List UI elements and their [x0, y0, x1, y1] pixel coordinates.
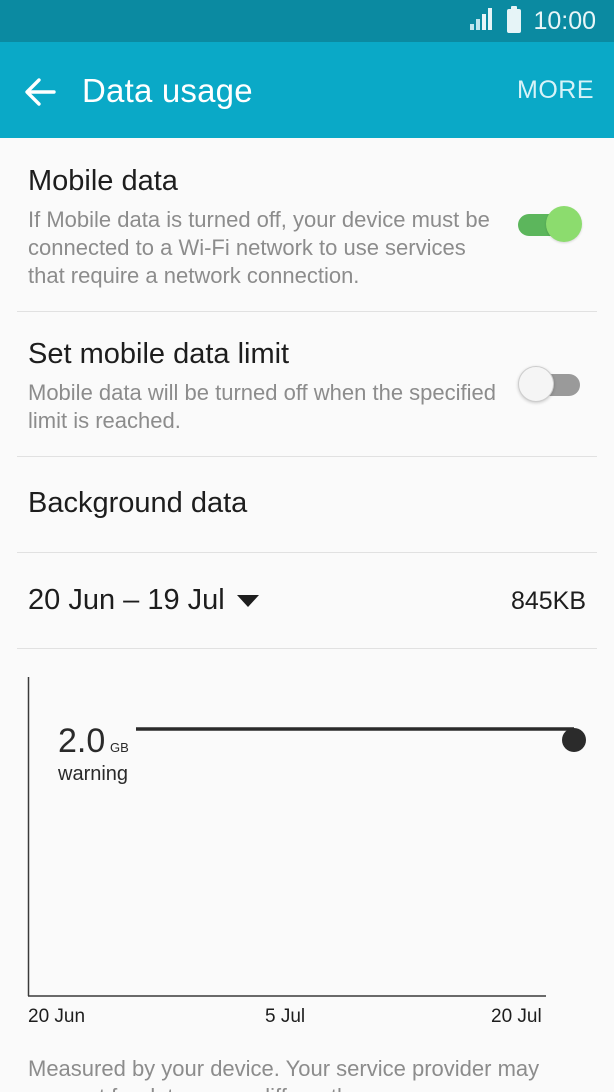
x-tick-label: 20 Jun [28, 1006, 86, 1027]
arrow-left-icon [20, 78, 60, 116]
mobile-data-row[interactable]: Mobile data If Mobile data is turned off… [0, 138, 614, 311]
x-tick-label: 20 Jul [491, 1006, 542, 1027]
back-button[interactable] [20, 72, 60, 112]
usage-total: 845KB [510, 587, 586, 615]
app-bar: Data usage MORE [0, 42, 614, 138]
data-limit-row[interactable]: Set mobile data limit Mobile data will b… [0, 312, 614, 456]
dropdown-triangle-icon [236, 594, 259, 607]
mobile-data-title: Mobile data [28, 165, 178, 197]
cycle-dropdown[interactable]: 20 Jun – 19 Jul [28, 584, 259, 617]
footnote: Measured by your device. Your service pr… [28, 1056, 540, 1092]
cycle-range: 20 Jun – 19 Jul [28, 584, 225, 616]
divider [17, 552, 597, 553]
mobile-data-description: If Mobile data is turned off, your devic… [28, 207, 490, 288]
warning-value: 2.0 [58, 722, 106, 760]
signal-icon [469, 7, 495, 36]
warning-handle[interactable] [562, 728, 586, 752]
warning-label: warning [58, 763, 129, 785]
toggle-thumb [518, 366, 554, 402]
battery-icon [507, 6, 522, 33]
status-time: 10:00 [533, 6, 596, 35]
mobile-data-toggle[interactable] [516, 204, 582, 244]
warning-unit: GB [110, 740, 129, 755]
background-data-row[interactable]: Background data [0, 457, 614, 552]
data-limit-title: Set mobile data limit [28, 338, 290, 370]
data-limit-toggle[interactable] [518, 364, 582, 404]
toggle-thumb [546, 206, 582, 242]
status-icons: 10:00 [469, 0, 596, 42]
usage-chart [27, 677, 586, 997]
x-tick-label: 5 Jul [265, 1006, 306, 1027]
divider [17, 648, 597, 649]
background-data-title: Background data [28, 487, 248, 519]
status-bar: 10:00 [0, 0, 614, 42]
page-title: Data usage [82, 72, 253, 109]
data-limit-description: Mobile data will be turned off when the … [28, 380, 496, 433]
more-button[interactable]: MORE [517, 76, 594, 105]
